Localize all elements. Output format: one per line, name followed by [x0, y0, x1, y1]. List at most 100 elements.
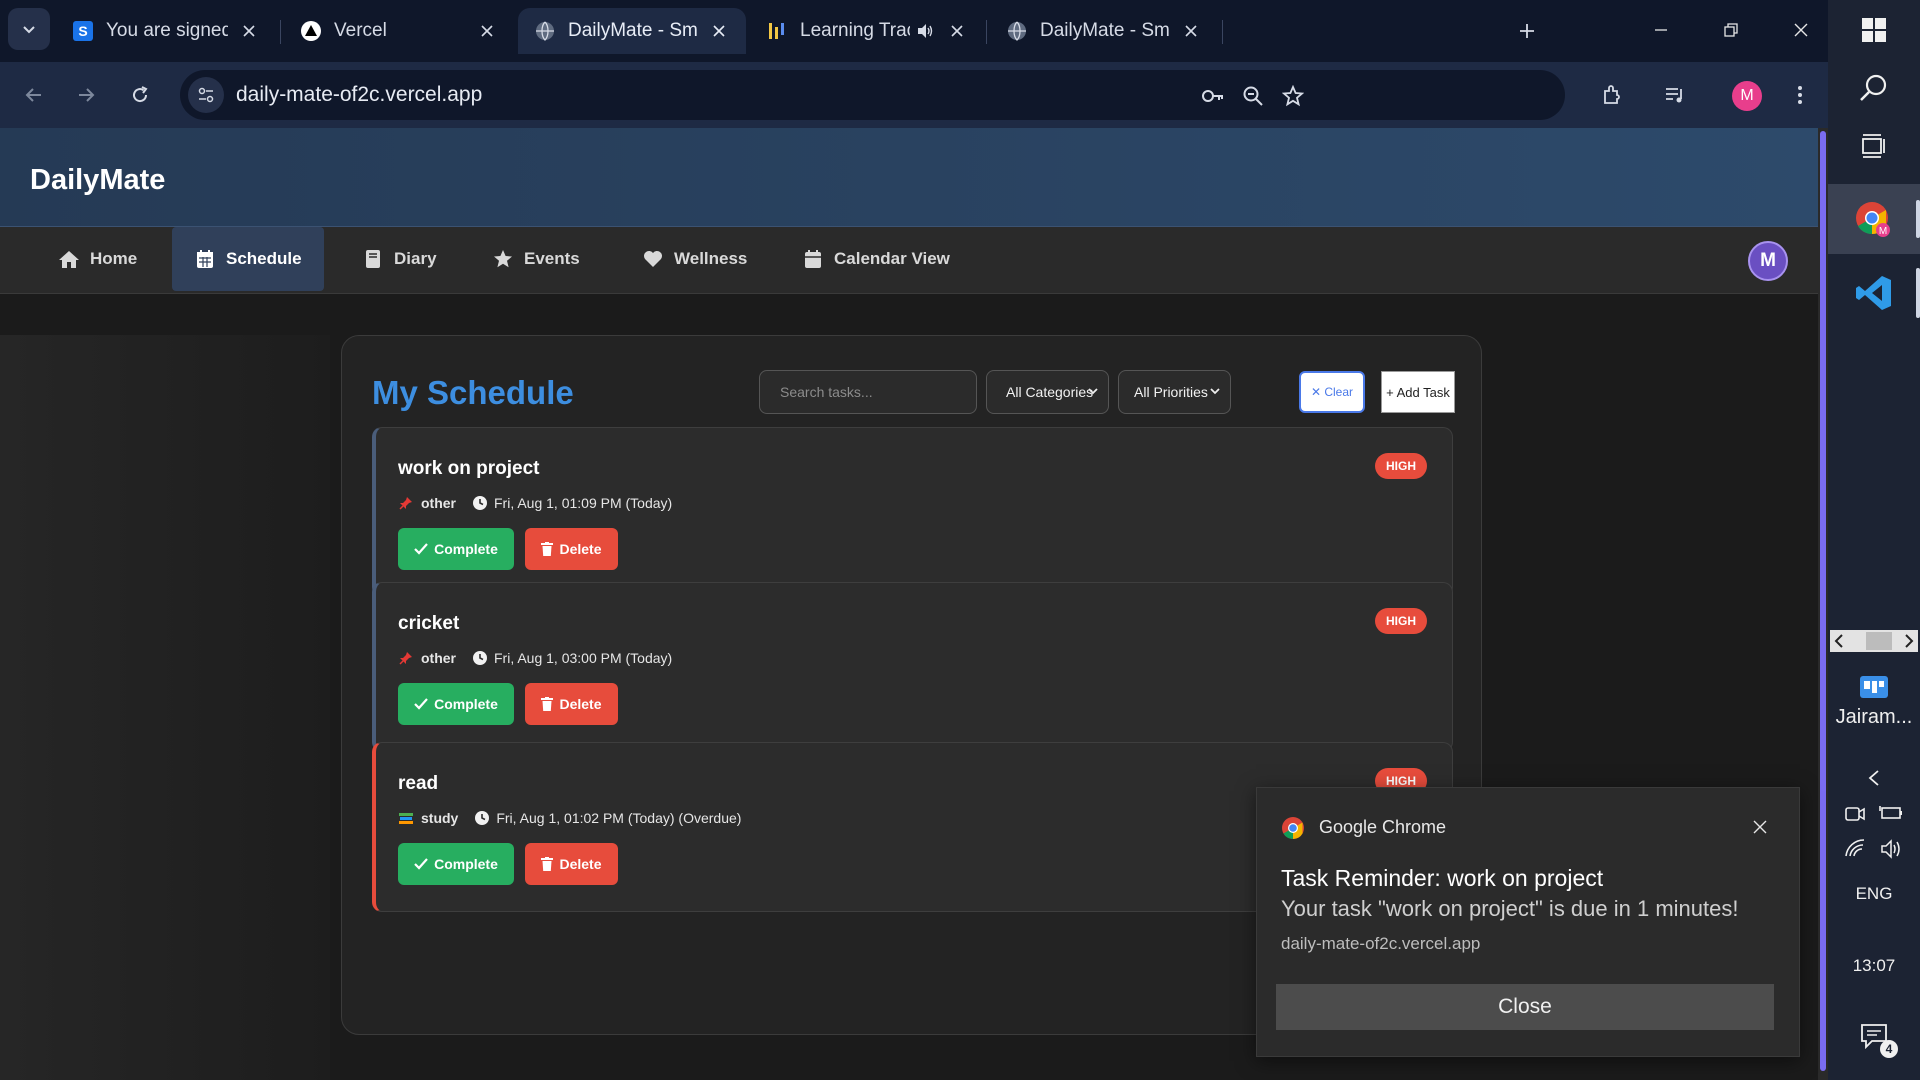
meet-now-icon[interactable]: [1844, 802, 1866, 824]
chevron-left-icon[interactable]: [1834, 633, 1844, 649]
close-icon[interactable]: [476, 20, 498, 42]
clear-filters-button[interactable]: ✕ Clear: [1299, 371, 1365, 413]
task-category: other: [421, 495, 456, 511]
taskbar-chrome[interactable]: M: [1828, 198, 1920, 242]
user-avatar[interactable]: M: [1748, 241, 1788, 281]
notification-dismiss-button[interactable]: [1747, 814, 1773, 840]
system-clock[interactable]: 13:07: [1828, 956, 1920, 976]
bookmark-star-icon[interactable]: [1280, 83, 1306, 109]
tab-dailymate-2[interactable]: DailyMate - Smart Sche: [990, 8, 1218, 54]
nav-schedule[interactable]: Schedule: [172, 227, 324, 291]
tab-strip: S You are signed in as 99 Vercel DailyMa…: [0, 0, 1828, 62]
complete-label: Complete: [434, 541, 498, 557]
search-button[interactable]: [1828, 66, 1920, 110]
arrow-left-icon: [25, 88, 41, 102]
task-card: work on project HIGH other Fri, Aug 1, 0…: [372, 427, 1453, 597]
plus-icon: [1520, 24, 1534, 38]
priority-badge: HIGH: [1375, 608, 1427, 634]
app-title[interactable]: DailyMate: [30, 164, 165, 197]
kebab-menu-icon[interactable]: [1782, 77, 1818, 113]
chevron-left-icon: [1868, 770, 1879, 786]
pushpin-icon: [399, 652, 412, 665]
tab-dailymate-active[interactable]: DailyMate - Smart Sche: [518, 8, 746, 54]
close-window-button[interactable]: [1780, 10, 1822, 50]
nav-label: Wellness: [674, 249, 748, 268]
speaker-icon[interactable]: [914, 20, 936, 42]
minimize-button[interactable]: [1640, 10, 1682, 50]
tab-learning-track[interactable]: Learning Track | Inte: [750, 8, 984, 54]
start-button[interactable]: [1828, 8, 1920, 52]
nav-calendar-view[interactable]: Calendar View: [780, 227, 972, 291]
delete-button[interactable]: Delete: [525, 683, 618, 725]
complete-label: Complete: [434, 856, 498, 872]
tab-vercel[interactable]: Vercel: [284, 8, 514, 54]
wifi-icon[interactable]: [1844, 838, 1868, 860]
nav-diary[interactable]: Diary: [340, 227, 459, 291]
priority-filter-select[interactable]: All Priorities: [1118, 370, 1231, 414]
back-button[interactable]: [14, 75, 54, 115]
close-icon[interactable]: [946, 20, 968, 42]
delete-label: Delete: [559, 856, 602, 872]
tab-signed-in[interactable]: S You are signed in as 99: [56, 8, 276, 54]
notification-center-button[interactable]: [1828, 1018, 1920, 1054]
task-view-icon: [1862, 134, 1885, 158]
key-icon[interactable]: [1200, 83, 1226, 109]
task-view-button[interactable]: [1828, 124, 1920, 168]
chevron-right-icon[interactable]: [1904, 633, 1914, 649]
taskbar-jairam-app[interactable]: [1828, 670, 1920, 706]
new-tab-button[interactable]: [1510, 14, 1544, 48]
delete-button[interactable]: Delete: [525, 843, 618, 885]
svg-text:M: M: [1879, 226, 1887, 237]
complete-button[interactable]: Complete: [398, 843, 514, 885]
input-language[interactable]: ENG: [1828, 884, 1920, 904]
restore-button[interactable]: [1710, 10, 1752, 50]
page-scrollbar[interactable]: [1818, 128, 1828, 1080]
category-filter-select[interactable]: All Categories: [986, 370, 1109, 414]
notification-close-button[interactable]: Close: [1276, 984, 1774, 1030]
task-title: read: [398, 773, 439, 794]
close-icon[interactable]: [708, 20, 730, 42]
tab-search-button[interactable]: [8, 8, 50, 50]
extensions-icon[interactable]: [1594, 77, 1630, 113]
site-info-button[interactable]: [188, 77, 224, 113]
priority-filter-value: All Priorities: [1134, 384, 1208, 400]
complete-button[interactable]: Complete: [398, 528, 514, 570]
tab-title: You are signed in as 99: [106, 20, 228, 41]
nav-label: Schedule: [226, 249, 302, 268]
pushpin-icon: [399, 497, 412, 510]
profile-avatar[interactable]: M: [1732, 81, 1762, 111]
zoom-icon[interactable]: [1240, 83, 1266, 109]
taskbar-app-label[interactable]: Jairam...: [1828, 706, 1920, 729]
page-title: My Schedule: [372, 374, 574, 411]
heart-icon: [642, 248, 664, 270]
search-input[interactable]: [759, 370, 977, 414]
minimize-icon: [1655, 29, 1667, 31]
add-task-button[interactable]: + Add Task: [1381, 371, 1455, 413]
close-icon[interactable]: [238, 20, 260, 42]
address-bar[interactable]: daily-mate-of2c.vercel.app: [180, 70, 1565, 120]
task-title: cricket: [398, 613, 460, 634]
taskbar-overflow-scroller[interactable]: [1830, 630, 1918, 652]
close-icon[interactable]: [1180, 20, 1202, 42]
globe-icon: [534, 20, 556, 42]
nav-events[interactable]: Events: [470, 227, 602, 291]
nav-wellness[interactable]: Wellness: [620, 227, 769, 291]
notification-body: Your task "work on project" is due in 1 …: [1281, 896, 1739, 921]
search-icon: [1860, 74, 1887, 101]
svg-text:S: S: [78, 23, 87, 39]
url-text[interactable]: daily-mate-of2c.vercel.app: [236, 83, 482, 107]
delete-button[interactable]: Delete: [525, 528, 618, 570]
scrollbar-thumb[interactable]: [1820, 131, 1826, 1071]
taskbar-vscode[interactable]: [1828, 268, 1920, 318]
scroller-thumb[interactable]: [1866, 632, 1892, 650]
show-hidden-icons-button[interactable]: [1828, 766, 1920, 790]
reload-button[interactable]: [120, 75, 160, 115]
reload-icon: [133, 86, 148, 103]
volume-icon[interactable]: [1880, 838, 1904, 860]
task-datetime: Fri, Aug 1, 01:09 PM (Today): [494, 495, 673, 511]
forward-button[interactable]: [66, 75, 106, 115]
nav-home[interactable]: Home: [36, 227, 159, 291]
complete-button[interactable]: Complete: [398, 683, 514, 725]
media-queue-icon[interactable]: [1657, 77, 1693, 113]
battery-icon[interactable]: [1878, 802, 1904, 824]
